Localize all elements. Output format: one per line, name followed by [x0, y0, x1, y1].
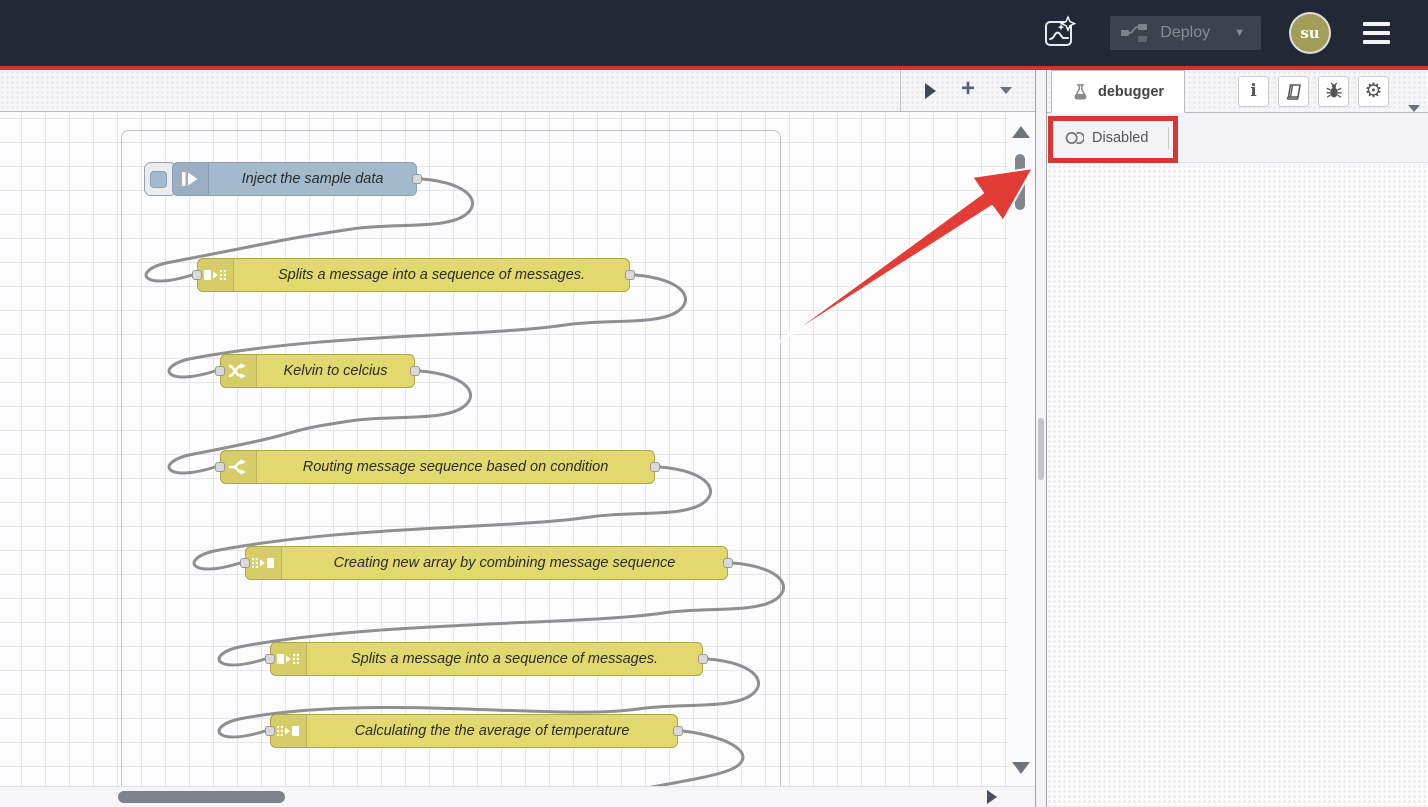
- node-label: Inject the sample data: [209, 163, 416, 195]
- flow-list-button[interactable]: [989, 70, 1023, 111]
- deploy-label: Deploy: [1160, 24, 1210, 42]
- disabled-label: Disabled: [1092, 130, 1148, 146]
- shuffle-icon: [221, 355, 257, 387]
- node-label: Kelvin to celcius: [257, 355, 414, 387]
- vscroll-thumb[interactable]: [1015, 154, 1025, 210]
- avatar-initials: su: [1300, 24, 1319, 42]
- flow-assistant-icon[interactable]: [1040, 13, 1080, 53]
- split-icon: [271, 643, 307, 675]
- flow-workspace: + Inject the sample data Splits a message…: [0, 70, 1035, 807]
- tab-controls: +: [900, 70, 1035, 111]
- deploy-button[interactable]: Deploy ▼: [1110, 16, 1261, 50]
- inject-icon: [173, 163, 209, 195]
- output-port[interactable]: [412, 174, 422, 184]
- flow-canvas[interactable]: Inject the sample data Splits a message i…: [0, 112, 1035, 786]
- node-label: Splits a message into a sequence of mess…: [234, 259, 629, 291]
- flask-icon: [1072, 83, 1089, 101]
- header-bar: Deploy ▼ su: [0, 0, 1428, 66]
- output-port[interactable]: [673, 726, 683, 736]
- sidebar-tabbar: debugger i⚙: [1047, 70, 1428, 113]
- sidebar-tools: i⚙: [1238, 70, 1397, 112]
- node-label: Creating new array by combining message …: [282, 547, 727, 579]
- input-port[interactable]: [215, 366, 225, 376]
- input-port[interactable]: [265, 654, 275, 664]
- flow-node-switch[interactable]: Routing message sequence based on condit…: [220, 450, 655, 484]
- chevron-down-icon: [1000, 87, 1012, 94]
- settings-tool-button[interactable]: ⚙: [1358, 76, 1389, 107]
- chevron-down-icon: [1408, 105, 1420, 112]
- canvas-hscroll: [0, 786, 1035, 807]
- node-label: Splits a message into a sequence of mess…: [307, 643, 702, 675]
- node-label: Calculating the the average of temperatu…: [307, 715, 677, 747]
- flow-node-join[interactable]: Creating new array by combining message …: [245, 546, 728, 580]
- bug-icon: [1325, 82, 1343, 100]
- flow-node-split[interactable]: Splits a message into a sequence of mess…: [197, 258, 630, 292]
- flow-node-change[interactable]: Kelvin to celcius: [220, 354, 415, 388]
- join-icon: [271, 715, 307, 747]
- toolbar-separator: [1168, 127, 1169, 149]
- debug-disabled-toggle[interactable]: Disabled: [1059, 126, 1154, 150]
- fork-icon: [221, 451, 257, 483]
- output-port[interactable]: [723, 558, 733, 568]
- info-tool-button[interactable]: i: [1238, 76, 1269, 107]
- info-icon: i: [1250, 81, 1256, 101]
- toggle-off-icon: [1065, 130, 1084, 146]
- deploy-options-caret[interactable]: ▼: [1224, 27, 1251, 39]
- input-port[interactable]: [192, 270, 202, 280]
- right-sidebar: debugger i⚙ Disabled: [1047, 70, 1428, 807]
- user-avatar[interactable]: su: [1291, 14, 1329, 52]
- debug-toolbar: Disabled: [1047, 113, 1428, 163]
- scroll-tabs-right-button[interactable]: [913, 70, 947, 111]
- output-port[interactable]: [625, 270, 635, 280]
- output-port[interactable]: [650, 462, 660, 472]
- header-accent-line: [0, 66, 1428, 70]
- canvas-vscroll: [1008, 112, 1035, 786]
- scroll-right-arrow[interactable]: [987, 790, 997, 804]
- hamburger-icon: [1363, 22, 1390, 26]
- sidebar-tab-label: debugger: [1098, 84, 1164, 100]
- output-port[interactable]: [698, 654, 708, 664]
- flow-node-inject[interactable]: Inject the sample data: [172, 162, 417, 196]
- sidebar-resize-separator[interactable]: [1035, 70, 1047, 807]
- gear-icon: ⚙: [1365, 81, 1383, 101]
- debug-message-list[interactable]: [1047, 164, 1428, 807]
- tab-debugger[interactable]: debugger: [1051, 70, 1185, 113]
- input-port[interactable]: [240, 558, 250, 568]
- plus-icon: +: [961, 77, 975, 101]
- input-port[interactable]: [215, 462, 225, 472]
- deploy-wire-icon: [1120, 22, 1148, 44]
- node-label: Routing message sequence based on condit…: [257, 451, 654, 483]
- triangle-right-icon: [925, 83, 936, 99]
- split-icon: [198, 259, 234, 291]
- flow-node-split[interactable]: Splits a message into a sequence of mess…: [270, 642, 703, 676]
- join-icon: [246, 547, 282, 579]
- hscroll-thumb[interactable]: [118, 791, 285, 803]
- scroll-up-arrow[interactable]: [1012, 126, 1030, 138]
- book-icon: [1285, 83, 1303, 100]
- add-flow-button[interactable]: +: [951, 70, 985, 111]
- separator-grip[interactable]: [1038, 418, 1044, 480]
- scroll-down-arrow[interactable]: [1012, 762, 1030, 774]
- main-menu-button[interactable]: [1359, 18, 1394, 48]
- debug-tool-button[interactable]: [1318, 76, 1349, 107]
- sidebar-collapse-button[interactable]: [1400, 105, 1428, 112]
- flow-tabbar: +: [0, 70, 1035, 112]
- flow-node-join[interactable]: Calculating the the average of temperatu…: [270, 714, 678, 748]
- input-port[interactable]: [265, 726, 275, 736]
- inject-trigger-inner: [150, 171, 167, 188]
- output-port[interactable]: [410, 366, 420, 376]
- docs-tool-button[interactable]: [1278, 76, 1309, 107]
